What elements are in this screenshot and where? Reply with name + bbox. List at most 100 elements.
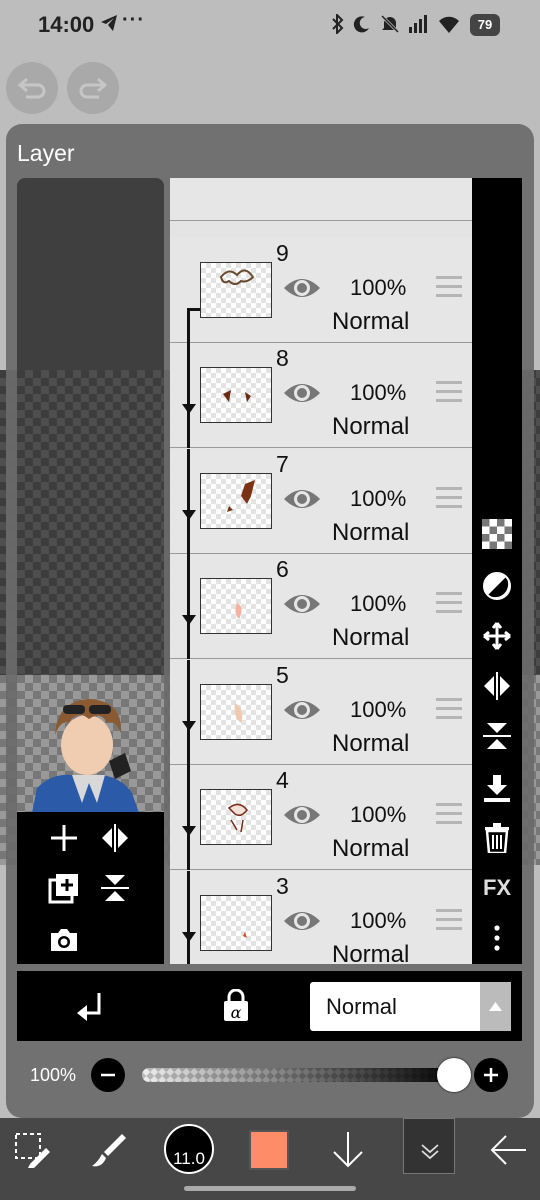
opacity-value: 100% xyxy=(30,1065,77,1085)
delete-layer-button[interactable] xyxy=(472,814,522,862)
layer-row[interactable]: 4 100% Normal xyxy=(170,765,472,870)
brush-icon xyxy=(92,1134,126,1167)
layer-thumbnail[interactable] xyxy=(200,578,272,634)
move-button[interactable] xyxy=(472,612,522,660)
chevron-double-down-icon xyxy=(421,1144,439,1160)
more-options-button[interactable] xyxy=(472,914,522,962)
fx-button[interactable]: FX xyxy=(472,864,522,912)
moon-icon xyxy=(353,16,369,33)
layer-actions xyxy=(17,812,164,964)
drag-handle-icon[interactable] xyxy=(436,909,462,936)
drag-handle-icon[interactable] xyxy=(436,381,462,408)
clipping-button[interactable] xyxy=(75,991,105,1028)
layer-thumbnail[interactable] xyxy=(200,262,272,318)
layer-row[interactable]: 7 100% Normal xyxy=(170,449,472,554)
layer-thumbnail-image xyxy=(227,480,255,512)
layer-blend-mode: Normal xyxy=(332,519,410,546)
visibility-eye-icon[interactable] xyxy=(282,907,322,935)
clipping-line xyxy=(187,554,190,659)
color-swatch[interactable] xyxy=(249,1130,289,1170)
layer-number: 4 xyxy=(276,767,289,793)
opacity-slider-thumb[interactable] xyxy=(437,1058,471,1092)
layer-side-toolbar: FX xyxy=(472,178,522,964)
undo-button[interactable] xyxy=(6,62,58,114)
layer-thumbnail-image xyxy=(234,703,243,723)
layer-row[interactable]: 9 100% Normal xyxy=(170,238,472,343)
status-icons xyxy=(332,14,460,34)
add-layer-button[interactable] xyxy=(44,818,84,858)
layer-number: 6 xyxy=(276,556,289,582)
visibility-eye-icon[interactable] xyxy=(282,485,322,513)
blend-mode-select[interactable]: Normal xyxy=(310,982,511,1031)
layer-row[interactable]: 100%Normal xyxy=(170,178,472,221)
drag-handle-icon[interactable] xyxy=(436,698,462,725)
layer-blend-mode: Normal xyxy=(332,308,410,335)
layer-row[interactable]: 3 100% Normal xyxy=(170,871,472,964)
telegram-icon xyxy=(101,15,117,31)
clock: 14:00 xyxy=(38,12,95,37)
flip-vertical-button[interactable] xyxy=(472,712,522,760)
arrow-left-icon xyxy=(490,1135,526,1165)
layer-opacity: 100% xyxy=(350,802,407,827)
layer-number: 8 xyxy=(276,345,289,371)
opacity-increase-button[interactable] xyxy=(474,1058,508,1092)
flip-horizontal-button[interactable] xyxy=(472,662,522,710)
layer-thumbnail-image xyxy=(227,803,248,833)
layer-thumbnail[interactable] xyxy=(200,684,272,740)
layer-thumbnail[interactable] xyxy=(200,367,272,423)
drag-handle-icon[interactable] xyxy=(436,487,462,514)
clipping-arrow-icon xyxy=(182,721,196,731)
arrow-down-icon xyxy=(333,1132,363,1168)
layer-number: 3 xyxy=(276,873,289,899)
transparency-button[interactable] xyxy=(472,510,522,558)
layer-thumbnail[interactable] xyxy=(200,789,272,845)
opacity-decrease-button[interactable] xyxy=(91,1058,125,1092)
opacity-slider[interactable] xyxy=(142,1068,458,1082)
merge-down-button[interactable] xyxy=(472,764,522,812)
back-button[interactable] xyxy=(476,1118,540,1182)
drag-handle-icon[interactable] xyxy=(436,592,462,619)
layer-down-button[interactable] xyxy=(316,1118,380,1182)
duplicate-layer-button[interactable] xyxy=(44,868,84,908)
alpha-lock-button[interactable]: α xyxy=(221,988,251,1028)
layer-row[interactable]: 5 100% Normal xyxy=(170,660,472,765)
flip-layer-vertical-button[interactable] xyxy=(95,868,135,908)
drag-handle-icon[interactable] xyxy=(436,803,462,830)
drag-handle-icon[interactable] xyxy=(436,276,462,303)
redo-button[interactable] xyxy=(67,62,119,114)
visibility-eye-icon[interactable] xyxy=(282,379,322,407)
brush-size-button[interactable]: 11.0 xyxy=(164,1124,214,1174)
brush-tool-button[interactable] xyxy=(76,1118,140,1182)
layer-blend-mode: Normal xyxy=(332,941,410,964)
layer-number: 7 xyxy=(276,451,289,477)
svg-text:α: α xyxy=(231,1003,242,1022)
flip-horizontal-icon xyxy=(484,672,510,700)
clipping-arrow-icon xyxy=(182,932,196,942)
more-vert-icon xyxy=(494,925,500,951)
import-photo-button[interactable] xyxy=(44,920,84,960)
invert-icon xyxy=(483,572,511,600)
transparency-icon xyxy=(482,519,512,549)
clipping-arrow-icon xyxy=(182,826,196,836)
flip-horizontal-icon xyxy=(102,824,128,852)
expand-menu-button[interactable] xyxy=(403,1118,455,1174)
trash-icon xyxy=(485,823,509,853)
visibility-eye-icon[interactable] xyxy=(282,801,322,829)
clipping-line xyxy=(187,660,190,765)
layer-thumbnail[interactable] xyxy=(200,895,272,951)
visibility-eye-icon[interactable] xyxy=(282,274,322,302)
invert-button[interactable] xyxy=(472,562,522,610)
transform-eraser-button[interactable] xyxy=(0,1118,64,1182)
clipping-line xyxy=(187,310,190,343)
flip-layer-horizontal-button[interactable] xyxy=(95,818,135,858)
visibility-eye-icon[interactable] xyxy=(282,696,322,724)
visibility-eye-icon[interactable] xyxy=(282,590,322,618)
layer-thumbnail-image xyxy=(219,269,255,285)
layer-thumbnail-image xyxy=(235,603,242,619)
layer-thumbnail-image xyxy=(243,932,247,938)
brush-size-value: 11.0 xyxy=(173,1149,205,1168)
layer-row[interactable]: 8 100% Normal xyxy=(170,343,472,448)
layer-thumbnail[interactable] xyxy=(200,473,272,529)
layer-list[interactable]: 100%Normal9100%Normal8100%Normal7100%Nor… xyxy=(170,178,472,964)
layer-row[interactable]: 6 100% Normal xyxy=(170,554,472,659)
